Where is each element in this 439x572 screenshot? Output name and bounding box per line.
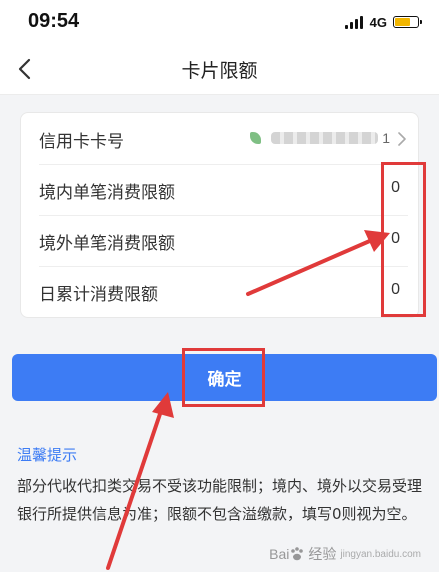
page-title: 卡片限额 [181, 60, 258, 82]
domestic-single-limit-value[interactable]: 0 [391, 179, 400, 197]
daily-cumulative-limit-label: 日累计消费限额 [39, 285, 158, 305]
tips-text: 部分代收代扣类交易不受该功能限制；境内、境外以交易受理银行所提供信息为准；限额不… [17, 477, 423, 523]
tips-title: 温馨提示 [17, 446, 78, 464]
signal-icon [344, 15, 365, 29]
card-number-tail: 1 [382, 130, 390, 146]
battery-icon [393, 16, 422, 28]
overseas-single-limit-label: 境外单笔消费限额 [39, 234, 175, 254]
status-time: 09:54 [28, 10, 80, 32]
chevron-right-icon [398, 132, 406, 146]
bank-logo-icon [250, 132, 262, 144]
domestic-single-limit-row[interactable]: 境内单笔消费限额 0 [39, 164, 408, 216]
status-bar: 09:54 4G [0, 0, 439, 44]
watermark-url: jingyan.baidu.com [340, 548, 421, 560]
network-type: 4G [369, 14, 387, 30]
blurred-digits [271, 132, 379, 144]
daily-cumulative-limit-row[interactable]: 日累计消费限额 0 [39, 266, 408, 317]
limits-card: 信用卡卡号 1 境内单笔消费限额 0 境外单笔消费限额 0 日累计消费限额 0 [20, 112, 419, 318]
card-number-label: 信用卡卡号 [39, 132, 124, 152]
domestic-single-limit-label: 境内单笔消费限额 [39, 183, 175, 203]
confirm-button[interactable]: 确定 [12, 354, 437, 401]
paw-icon [291, 547, 304, 561]
masked-card-number: 1 [250, 129, 390, 147]
status-icons: 4G [344, 12, 422, 32]
nav-bar: 卡片限额 [0, 44, 439, 95]
card-number-row[interactable]: 信用卡卡号 1 [39, 113, 408, 165]
watermark-text: Bai [269, 546, 290, 562]
overseas-single-limit-row[interactable]: 境外单笔消费限额 0 [39, 215, 408, 267]
watermark-suffix: 经验 [308, 546, 337, 562]
daily-cumulative-limit-value[interactable]: 0 [391, 281, 400, 299]
overseas-single-limit-value[interactable]: 0 [391, 230, 400, 248]
baidu-watermark: Bai 经验 jingyan.baidu.com [269, 544, 421, 564]
